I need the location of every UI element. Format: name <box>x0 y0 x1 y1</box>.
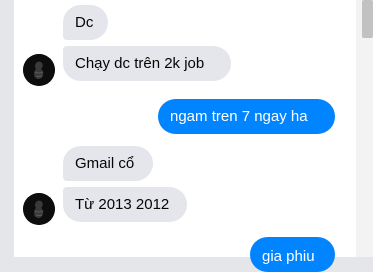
message-bubble-outgoing[interactable]: ngam tren 7 ngay ha <box>158 99 335 134</box>
contact-avatar[interactable] <box>23 54 55 86</box>
message-bubble-incoming[interactable]: Từ 2013 2012 <box>63 187 187 222</box>
scrollbar-track[interactable] <box>356 0 373 257</box>
contact-avatar[interactable] <box>23 193 55 225</box>
contact-avatar-icon <box>23 54 55 86</box>
scrollbar-thumb[interactable] <box>362 0 373 38</box>
contact-avatar-icon <box>23 193 55 225</box>
message-bubble-incoming[interactable]: Gmail cổ <box>63 146 153 181</box>
message-bubble-incoming[interactable]: Dc <box>63 5 108 40</box>
message-bubble-incoming[interactable]: Chạy dc trên 2k job <box>63 46 231 81</box>
message-bubble-outgoing[interactable]: gia phiu <box>250 237 335 272</box>
